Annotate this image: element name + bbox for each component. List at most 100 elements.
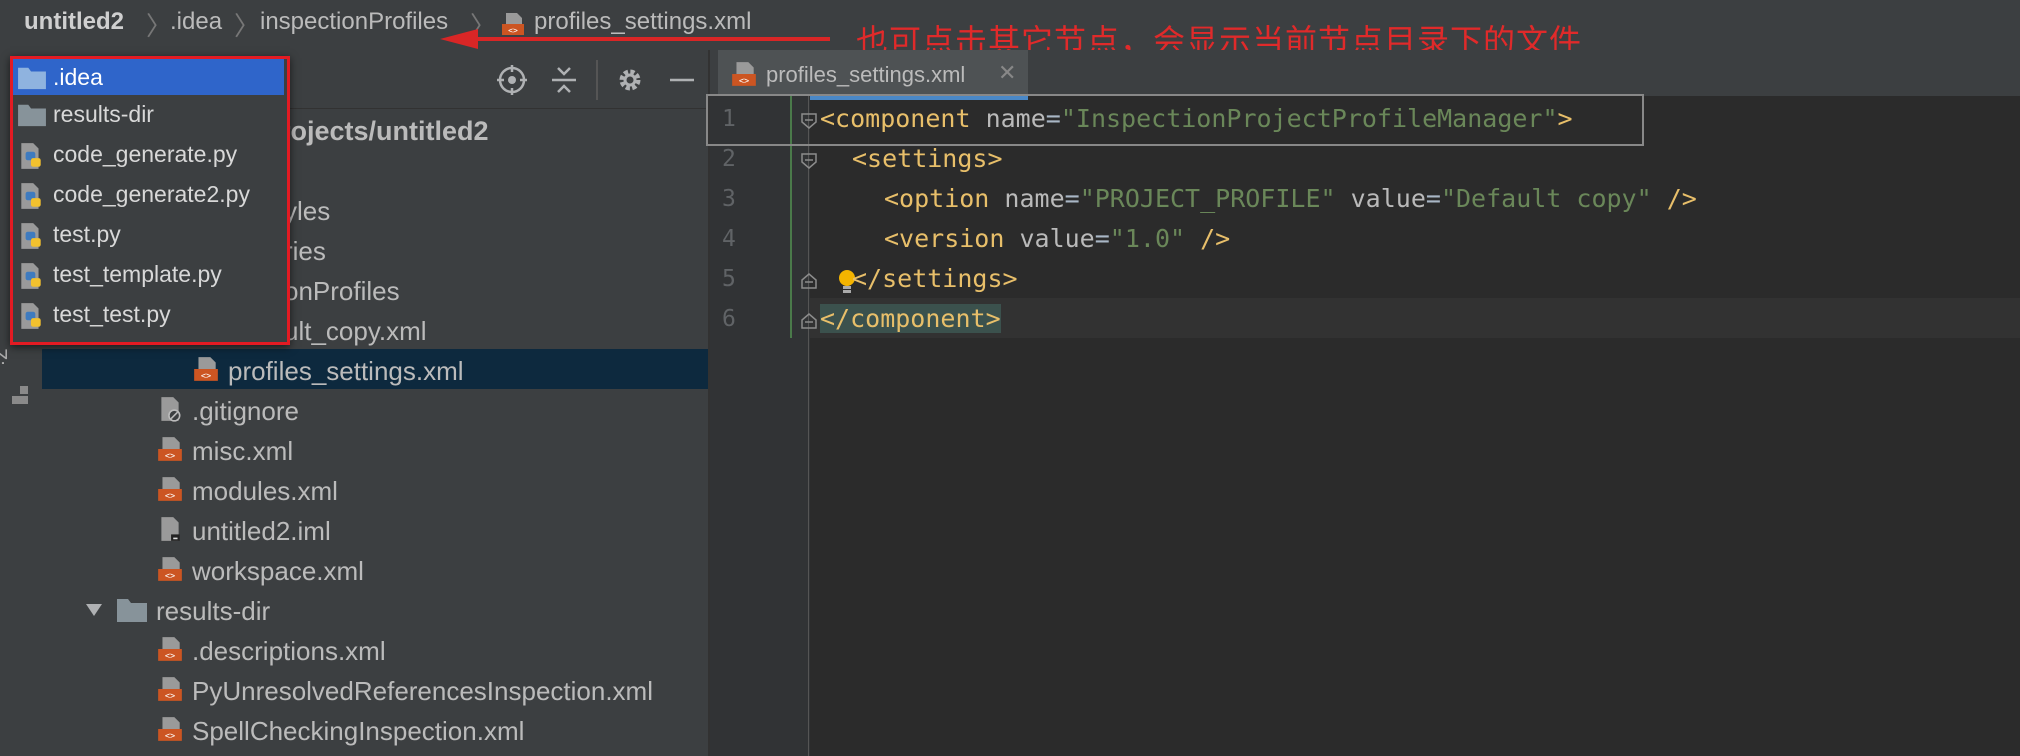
tree-row-partial[interactable]: yles xyxy=(284,196,330,227)
breadcrumb-item-untitled2[interactable]: untitled2 xyxy=(24,8,124,36)
fold-end-icon[interactable] xyxy=(800,272,818,290)
code-token: "1.0" xyxy=(1109,224,1186,253)
close-tab-icon[interactable]: ✕ xyxy=(998,60,1016,86)
folder-icon xyxy=(117,599,147,622)
breadcrumb-item-idea[interactable]: .idea xyxy=(170,8,222,36)
line-number: 2 xyxy=(722,146,736,172)
popup-item-label: test_template.py xyxy=(53,261,222,287)
svg-text:<>: <> xyxy=(165,572,175,582)
tree-row-label: modules.xml xyxy=(192,476,338,506)
code-token: /> xyxy=(1651,184,1697,213)
tree-row-results-dir[interactable]: results-dir xyxy=(80,590,700,630)
code-token: value xyxy=(1004,224,1095,253)
sticky-line-frame xyxy=(706,94,1644,146)
annotation-arrow-line xyxy=(475,37,830,41)
expand-arrow-icon[interactable] xyxy=(84,600,104,620)
collapse-all-icon[interactable] xyxy=(548,64,580,96)
fold-icon[interactable] xyxy=(800,152,818,170)
editor-tab-profiles-settings[interactable]: <> profiles_settings.xml ✕ xyxy=(718,50,1028,100)
code-line-6[interactable]: </component> xyxy=(820,304,1001,333)
xml-file-icon: <> xyxy=(158,477,182,502)
popup-item-test[interactable]: test.py xyxy=(13,216,284,252)
popup-item-label: .idea xyxy=(53,64,103,90)
tree-row-pyunresolved[interactable]: <> PyUnresolvedReferencesInspection.xml xyxy=(154,670,704,710)
gear-icon[interactable] xyxy=(614,64,646,96)
svg-text:<>: <> xyxy=(201,372,211,382)
hide-panel-icon[interactable] xyxy=(666,64,698,96)
code-token: <version xyxy=(884,224,1005,253)
code-token: = xyxy=(1425,184,1441,213)
folder-icon xyxy=(18,67,46,90)
tree-row-partial[interactable]: onProfiles xyxy=(284,276,400,307)
toolbar-divider xyxy=(596,60,598,100)
tree-row-label: PyUnresolvedReferencesInspection.xml xyxy=(192,676,653,706)
popup-item-test-test[interactable]: test_test.py xyxy=(13,296,284,332)
fold-end-icon[interactable] xyxy=(800,312,818,330)
code-line-5[interactable]: </settings> xyxy=(852,264,1018,293)
line-number: 3 xyxy=(722,186,736,212)
tree-row-label: workspace.xml xyxy=(192,556,364,586)
popup-item-test-template[interactable]: test_template.py xyxy=(13,256,284,292)
tree-row-misc[interactable]: <> misc.xml xyxy=(154,430,694,470)
tree-row-partial[interactable]: ult_copy.xml xyxy=(284,316,427,347)
breadcrumb-item-profiles-settings[interactable]: profiles_settings.xml xyxy=(534,8,751,36)
project-root-label[interactable]: rojects/untitled2 xyxy=(280,116,489,147)
breadcrumb-item-inspectionprofiles[interactable]: inspectionProfiles xyxy=(260,8,448,36)
tree-row-modules[interactable]: <> modules.xml xyxy=(154,470,694,510)
svg-text:<>: <> xyxy=(739,77,749,87)
tree-row-label: .gitignore xyxy=(192,396,299,426)
popup-item-label: results-dir xyxy=(53,101,154,127)
tree-row-label: .descriptions.xml xyxy=(192,636,386,666)
python-file-icon xyxy=(21,183,41,209)
code-token: name xyxy=(989,184,1065,213)
tree-row-label: untitled2.iml xyxy=(192,516,331,546)
xml-file-icon: <> xyxy=(158,637,182,662)
code-line-4[interactable]: <version value="1.0" /> xyxy=(884,224,1230,253)
xml-file-icon: <> xyxy=(158,677,182,702)
popup-item-code-generate2[interactable]: code_generate2.py xyxy=(13,176,284,212)
popup-item-idea[interactable]: .idea xyxy=(13,59,284,95)
popup-item-code-generate[interactable]: code_generate.py xyxy=(13,136,284,172)
tree-row-descriptions[interactable]: <> .descriptions.xml xyxy=(154,630,694,670)
ignore-file-icon xyxy=(161,397,181,422)
xml-file-icon: <> xyxy=(158,717,182,742)
code-token: value xyxy=(1335,184,1426,213)
popup-item-label: test.py xyxy=(53,221,121,247)
xml-file-icon: <> xyxy=(158,557,182,582)
code-line-3[interactable]: <option name="PROJECT_PROFILE" value="De… xyxy=(884,184,1697,213)
code-token: "PROJECT_PROFILE" xyxy=(1079,184,1336,213)
tree-row-label: misc.xml xyxy=(192,436,294,466)
xml-file-icon: <> xyxy=(194,357,218,382)
svg-text:<>: <> xyxy=(165,652,175,662)
xml-file-icon: <> xyxy=(502,13,524,35)
tree-row-spellchecking[interactable]: <> SpellCheckingInspection.xml xyxy=(154,710,694,750)
svg-text:<>: <> xyxy=(508,26,518,35)
line-number: 4 xyxy=(722,226,736,252)
popup-item-results-dir[interactable]: results-dir xyxy=(13,96,284,132)
python-file-icon xyxy=(21,263,41,289)
code-token: = xyxy=(1094,224,1110,253)
tree-row-label: results-dir xyxy=(156,596,271,626)
python-file-icon xyxy=(21,143,41,169)
tree-row-untitled2-iml[interactable]: untitled2.iml xyxy=(154,510,694,550)
tree-row-workspace[interactable]: <> workspace.xml xyxy=(154,550,694,590)
code-token: <settings> xyxy=(852,144,1003,173)
code-token: </settings> xyxy=(852,264,1018,293)
structure-icon[interactable] xyxy=(12,386,30,408)
xml-file-icon: <> xyxy=(158,437,182,462)
tree-row-label: SpellCheckingInspection.xml xyxy=(192,716,525,746)
tree-row-label: profiles_settings.xml xyxy=(228,356,464,386)
code-token: = xyxy=(1064,184,1080,213)
structure-tool-label[interactable]: Z: xyxy=(0,348,10,366)
breadcrumb-separator: 〉 xyxy=(146,11,173,41)
tree-row-gitignore[interactable]: .gitignore xyxy=(154,390,694,430)
code-line-2[interactable]: <settings> xyxy=(852,144,1003,173)
python-file-icon xyxy=(21,303,41,329)
tree-row-profiles-settings[interactable]: <> profiles_settings.xml xyxy=(190,350,700,390)
breadcrumb-separator: 〉 xyxy=(234,11,261,41)
editor-tab-label: profiles_settings.xml xyxy=(766,62,966,87)
code-token: <option xyxy=(884,184,990,213)
code-token: "Default copy" xyxy=(1440,184,1652,213)
tree-row-partial[interactable]: ries xyxy=(284,236,326,267)
locate-file-icon[interactable] xyxy=(496,64,528,96)
